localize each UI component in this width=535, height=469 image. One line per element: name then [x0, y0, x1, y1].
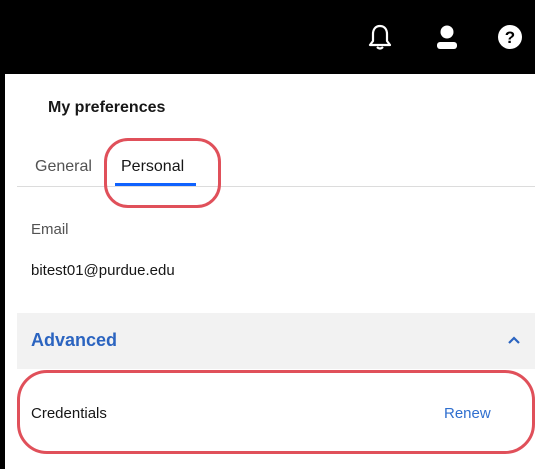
tab-personal[interactable]: Personal — [121, 158, 184, 176]
email-label: Email — [31, 221, 69, 238]
email-value: bitest01@purdue.edu — [31, 262, 175, 279]
svg-text:?: ? — [505, 28, 515, 47]
tab-divider — [17, 186, 535, 187]
renew-link[interactable]: Renew — [444, 405, 491, 422]
active-tab-indicator — [115, 183, 196, 186]
panel-left-border — [0, 74, 5, 469]
user-icon[interactable] — [432, 22, 462, 52]
advanced-accordion-header[interactable]: Advanced — [17, 313, 535, 369]
top-header-bar: ? — [0, 0, 535, 74]
chevron-up-icon — [507, 332, 521, 350]
page-title: My preferences — [48, 99, 166, 116]
advanced-title: Advanced — [31, 330, 118, 350]
help-icon[interactable]: ? — [495, 22, 525, 52]
bell-icon[interactable] — [365, 22, 395, 52]
tab-general[interactable]: General — [35, 158, 92, 176]
credentials-label: Credentials — [31, 405, 107, 422]
